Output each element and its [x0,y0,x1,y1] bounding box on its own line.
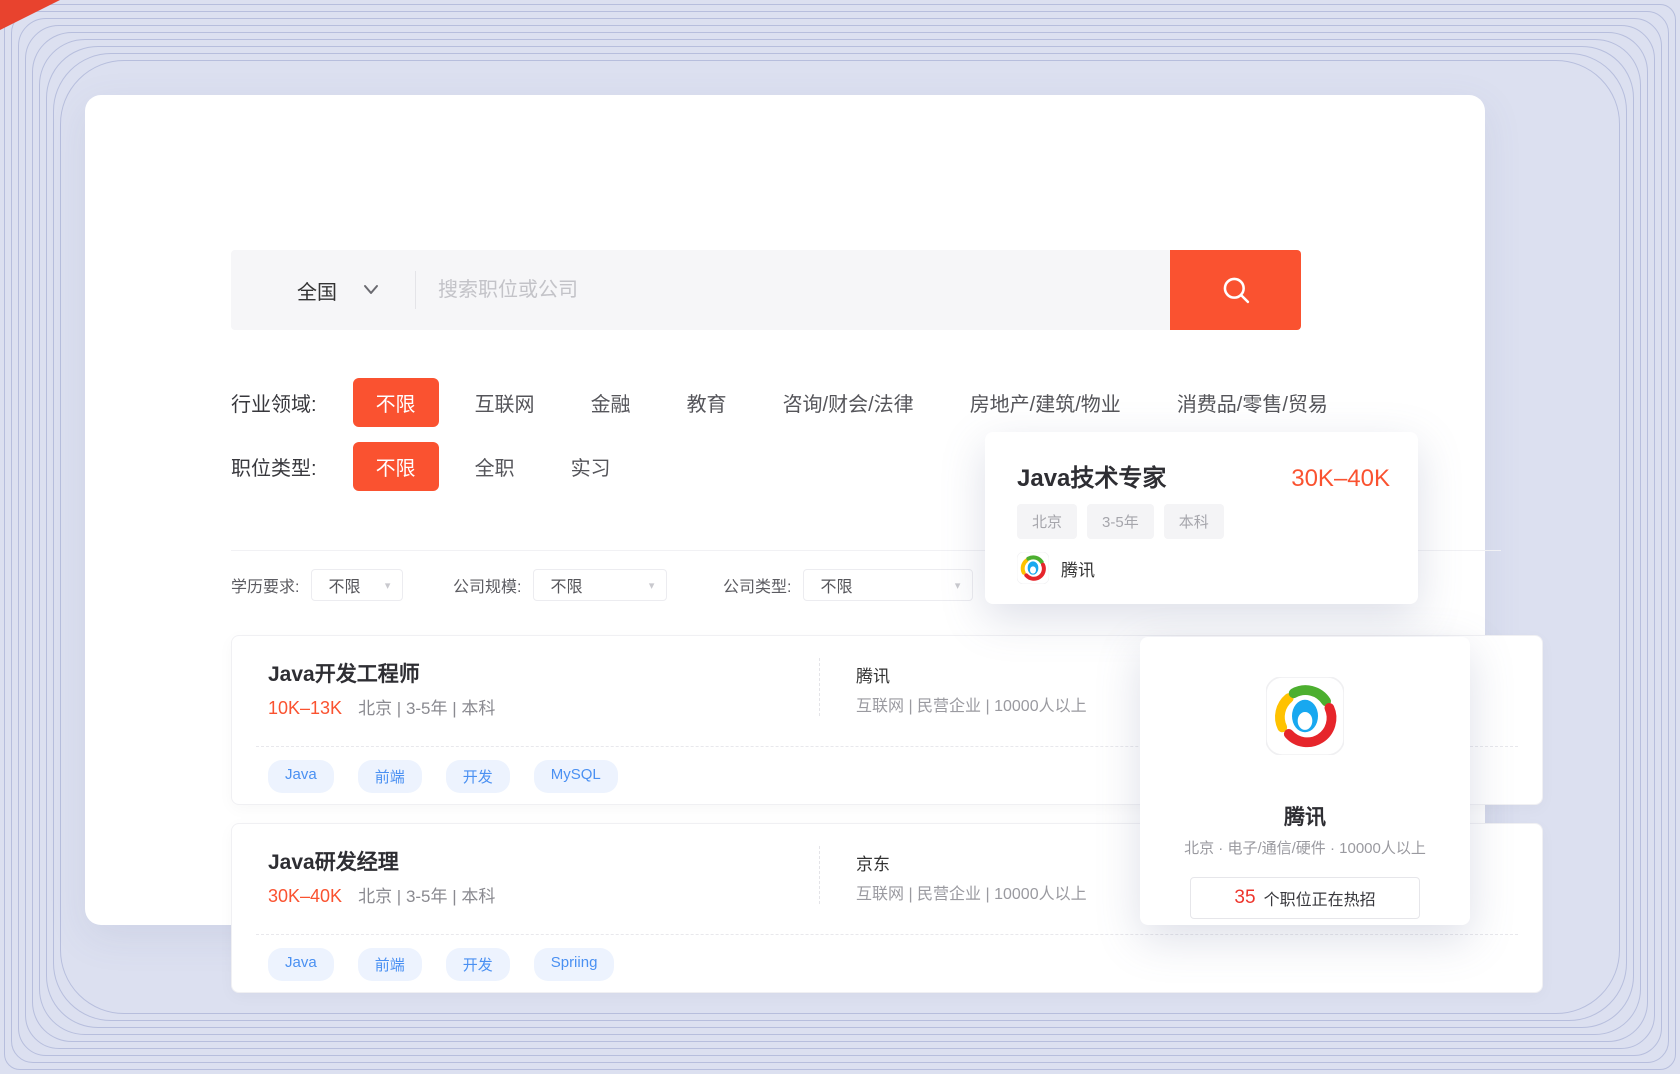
job-detail-popup[interactable]: Java技术专家 30K–40K 北京 3-5年 本科 腾讯 [985,432,1418,604]
region-select[interactable]: 全国 [231,276,415,305]
company-popup[interactable]: 腾讯 北京 · 电子/通信/硬件 · 10000人以上 35 个职位正在热招 [1140,637,1470,925]
job-type-filter-label: 职位类型: [231,452,317,481]
job-company-name: 京东 [856,850,890,875]
job-title: Java研发经理 [268,846,399,876]
app-background: 全国 行业领域: 不限 互联网 金融 教育 咨询/财会/法律 房地产/建筑/物业… [0,0,1680,1074]
job-type-option[interactable]: 实习 [571,452,611,481]
job-tag[interactable]: 前端 [358,948,422,981]
education-filter-label: 学历要求: [231,573,299,597]
job-popup-company-name: 腾讯 [1061,556,1095,581]
job-title: Java开发工程师 [268,658,420,688]
company-popup-name: 腾讯 [1140,801,1470,831]
company-size-filter: 公司规模: 不限 ▾ [453,569,667,601]
job-meta: 北京 | 3-5年 | 本科 [358,882,495,907]
industry-option[interactable]: 金融 [591,388,631,417]
industry-option[interactable]: 房地产/建筑/物业 [970,388,1121,417]
dashed-divider-horizontal [256,934,1518,935]
company-popup-meta: 北京 · 电子/通信/硬件 · 10000人以上 [1140,837,1470,858]
job-salary: 30K–40K [268,886,342,907]
job-tags: Java 前端 开发 MySQL [268,760,618,793]
job-popup-company: 腾讯 [1017,552,1095,584]
education-dropdown[interactable]: 不限 ▾ [311,569,403,601]
job-salary-row: 10K–13K 北京 | 3-5年 | 本科 [268,694,495,719]
corner-accent [0,0,60,30]
education-dropdown-value: 不限 [328,573,360,597]
hot-jobs-label: 个职位正在热招 [1264,886,1376,910]
caret-down-icon: ▾ [955,579,961,592]
job-company-name: 腾讯 [856,662,890,687]
job-tag[interactable]: Java [268,948,334,981]
industry-option[interactable]: 消费品/零售/贸易 [1177,388,1328,417]
industry-option[interactable]: 互联网 [475,388,535,417]
company-type-dropdown-value: 不限 [820,573,852,597]
search-input[interactable] [438,279,1170,302]
job-salary: 10K–13K [268,698,342,719]
job-popup-tag: 北京 [1017,504,1077,539]
job-meta: 北京 | 3-5年 | 本科 [358,694,495,719]
search-button[interactable] [1170,250,1301,330]
job-popup-tag: 本科 [1164,504,1224,539]
job-popup-title: Java技术专家 [1017,458,1166,493]
region-select-value: 全国 [297,276,337,305]
job-tag[interactable]: Java [268,760,334,793]
job-company-meta: 互联网 | 民营企业 | 10000人以上 [856,692,1087,716]
search-divider [415,271,416,309]
dashed-divider-vertical [819,846,820,904]
job-tags: Java 前端 开发 Spriing [268,948,614,981]
search-icon [1219,273,1253,307]
hot-jobs-count: 35 [1234,887,1255,909]
company-type-filter: 公司类型: 不限 ▾ [723,569,973,601]
chevron-down-icon [363,284,379,296]
job-popup-tag: 3-5年 [1087,504,1154,539]
job-type-option[interactable]: 全职 [475,452,515,481]
job-popup-salary: 30K–40K [1291,465,1390,493]
industry-option[interactable]: 咨询/财会/法律 [783,388,914,417]
industry-filter-row: 行业领域: 不限 互联网 金融 教育 咨询/财会/法律 房地产/建筑/物业 消费… [231,378,1384,427]
job-tag[interactable]: 开发 [446,760,510,793]
job-type-filter-row: 职位类型: 不限 全职 实习 [231,442,667,491]
job-tag[interactable]: 前端 [358,760,422,793]
caret-down-icon: ▾ [649,579,655,592]
job-type-option-selected[interactable]: 不限 [353,442,439,491]
job-tag[interactable]: 开发 [446,948,510,981]
tencent-qq-logo [1266,677,1344,755]
company-type-dropdown[interactable]: 不限 ▾ [803,569,973,601]
dashed-divider-vertical [819,658,820,716]
company-size-filter-label: 公司规模: [453,573,521,597]
company-type-filter-label: 公司类型: [723,573,791,597]
search-bar: 全国 [231,250,1170,330]
job-salary-row: 30K–40K 北京 | 3-5年 | 本科 [268,882,495,907]
education-filter: 学历要求: 不限 ▾ [231,569,403,601]
caret-down-icon: ▾ [385,579,391,592]
job-tag[interactable]: Spriing [534,948,615,981]
hot-jobs-button[interactable]: 35 个职位正在热招 [1190,877,1420,919]
company-size-dropdown-value: 不限 [550,573,582,597]
industry-filter-label: 行业领域: [231,388,317,417]
industry-option-selected[interactable]: 不限 [353,378,439,427]
industry-option[interactable]: 教育 [687,388,727,417]
job-company-meta: 互联网 | 民营企业 | 10000人以上 [856,880,1087,904]
tencent-qq-logo [1017,552,1049,584]
job-popup-header: Java技术专家 30K–40K [1017,458,1390,493]
job-popup-tags: 北京 3-5年 本科 [1017,504,1224,539]
company-size-dropdown[interactable]: 不限 ▾ [533,569,667,601]
job-tag[interactable]: MySQL [534,760,618,793]
